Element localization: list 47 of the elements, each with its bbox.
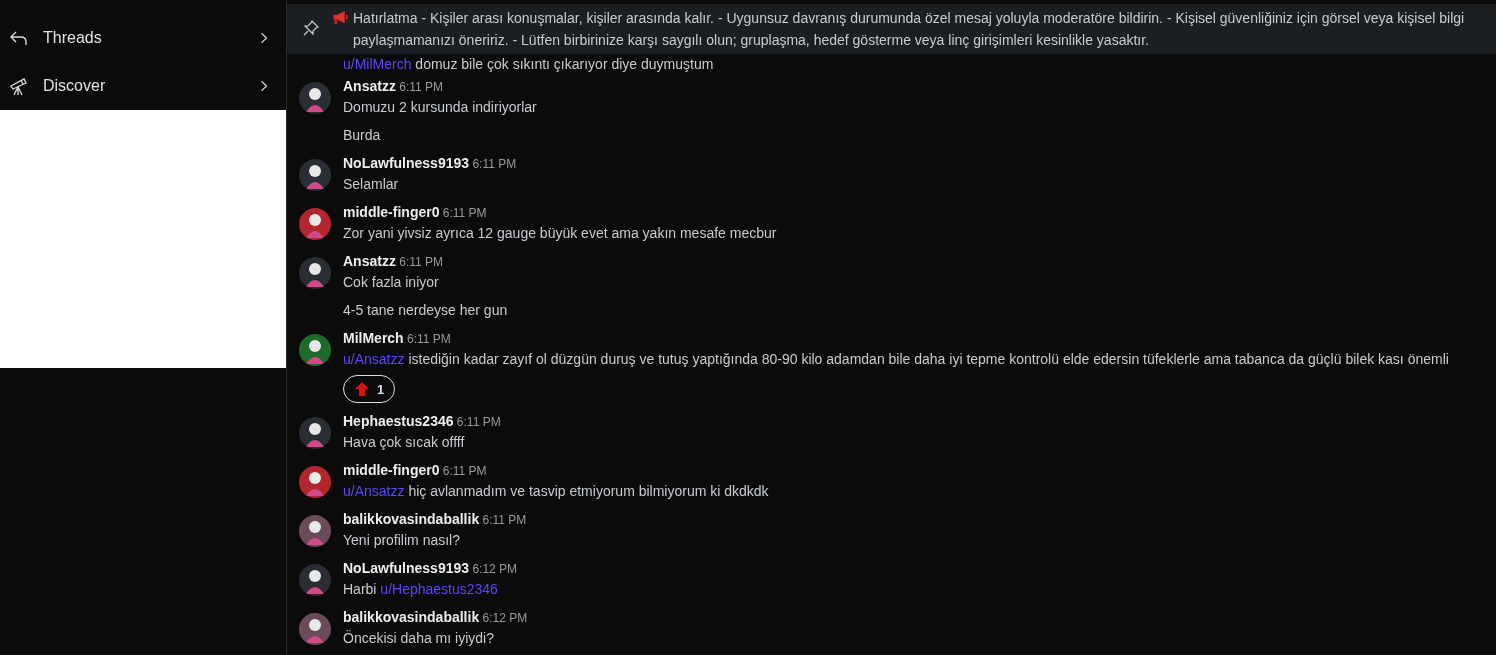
username[interactable]: NoLawfulness9193	[343, 155, 470, 171]
message-text: Hava çok sıcak offff	[343, 433, 466, 452]
upvote-icon	[355, 382, 369, 396]
username[interactable]: Ansatzz	[343, 253, 396, 269]
message-text: Zor yani yivsiz ayrıca 12 gauge büyük evet ama yakın mesafe mecbur	[343, 224, 778, 243]
timestamp: 6:12 PM	[482, 611, 528, 625]
message-text: Harbi u/Hephaestus2346	[343, 580, 499, 599]
message-text: Öncekisi daha mı iyiydi?	[343, 629, 495, 648]
message-text: Domuzu 2 kursunda indiriyorlar	[343, 98, 538, 117]
timestamp: 6:11 PM	[399, 255, 444, 269]
timestamp: 6:11 PM	[472, 157, 517, 171]
message-text: u/MilMerch domuz bile çok sıkıntı çıkarıyor diye duymuştum	[343, 55, 715, 74]
message-text: u/Ansatzz hiç avlanmadım ve tasvip etmiyorum bilmiyorum ki dkdkdk	[343, 482, 770, 501]
reaction-button[interactable]: 1	[343, 375, 396, 403]
chevron-icon	[260, 32, 268, 44]
sidebar-item[interactable]: Discover	[0, 62, 286, 110]
message-text: u/Ansatzz istediğin kadar zayıf ol düzgün duruş ve tutuş yaptığında 80-90 kilo adamdan bile daha iyi tepme kontrolü elde edersin tüfeklerle ama tabanca da güçlü bilek kası önemli	[343, 350, 1450, 369]
pin-icon	[303, 20, 319, 36]
mention-link[interactable]: u/MilMerch	[343, 56, 412, 72]
timestamp: 6:11 PM	[482, 513, 527, 527]
username[interactable]: Ansatzz	[343, 78, 396, 94]
mention-link[interactable]: u/Ansatzz	[343, 483, 405, 499]
username[interactable]: Hephaestus2346	[343, 413, 454, 429]
timestamp: 6:11 PM	[442, 206, 487, 220]
username[interactable]: balikkovasindaballik	[343, 609, 480, 625]
message-text: Burda	[343, 126, 382, 145]
timestamp: 6:11 PM	[456, 415, 501, 429]
mention-link[interactable]: u/Ansatzz	[343, 351, 405, 367]
telescope-icon	[9, 76, 29, 96]
message-text: Cok fazla iniyor	[343, 273, 440, 292]
timestamp: 6:11 PM	[407, 332, 451, 346]
message-text: Yeni profilim nasıl?	[343, 531, 461, 550]
username[interactable]: MilMerch	[343, 330, 404, 346]
chevron-icon	[260, 80, 268, 92]
timestamp: 6:11 PM	[442, 464, 487, 478]
username[interactable]: NoLawfulness9193	[343, 560, 470, 576]
timestamp: 6:11 PM	[399, 80, 444, 94]
timestamp: 6:12 PM	[472, 562, 518, 576]
message-text: 4-5 tane nerdeyse her gun	[343, 301, 509, 320]
username[interactable]: middle-finger0	[343, 462, 440, 478]
megaphone-icon	[331, 10, 349, 25]
banner-text: Hatırlatma - Kişiler arası konuşmalar, kişiler arasında kalır. - Uygunsuz davranış durumunda özel mesaj yoluyla moderatöre bildirin. - Kişisel güvenliğiniz için görsel veya kişisel bilgi paylaşmamanızı öneririz. - Lütfen birbirinize karşı saygılı olun; gruplaşma, hedef gösterme veya linç girişimleri kesinlikle yasaktır.	[353, 9, 1466, 50]
message-text: Selamlar	[343, 175, 400, 194]
username[interactable]: balikkovasindaballik	[343, 511, 480, 527]
mention-link[interactable]: u/Hephaestus2346	[380, 581, 498, 597]
sidebar-item[interactable]: Threads	[0, 14, 286, 62]
username[interactable]: middle-finger0	[343, 204, 440, 220]
